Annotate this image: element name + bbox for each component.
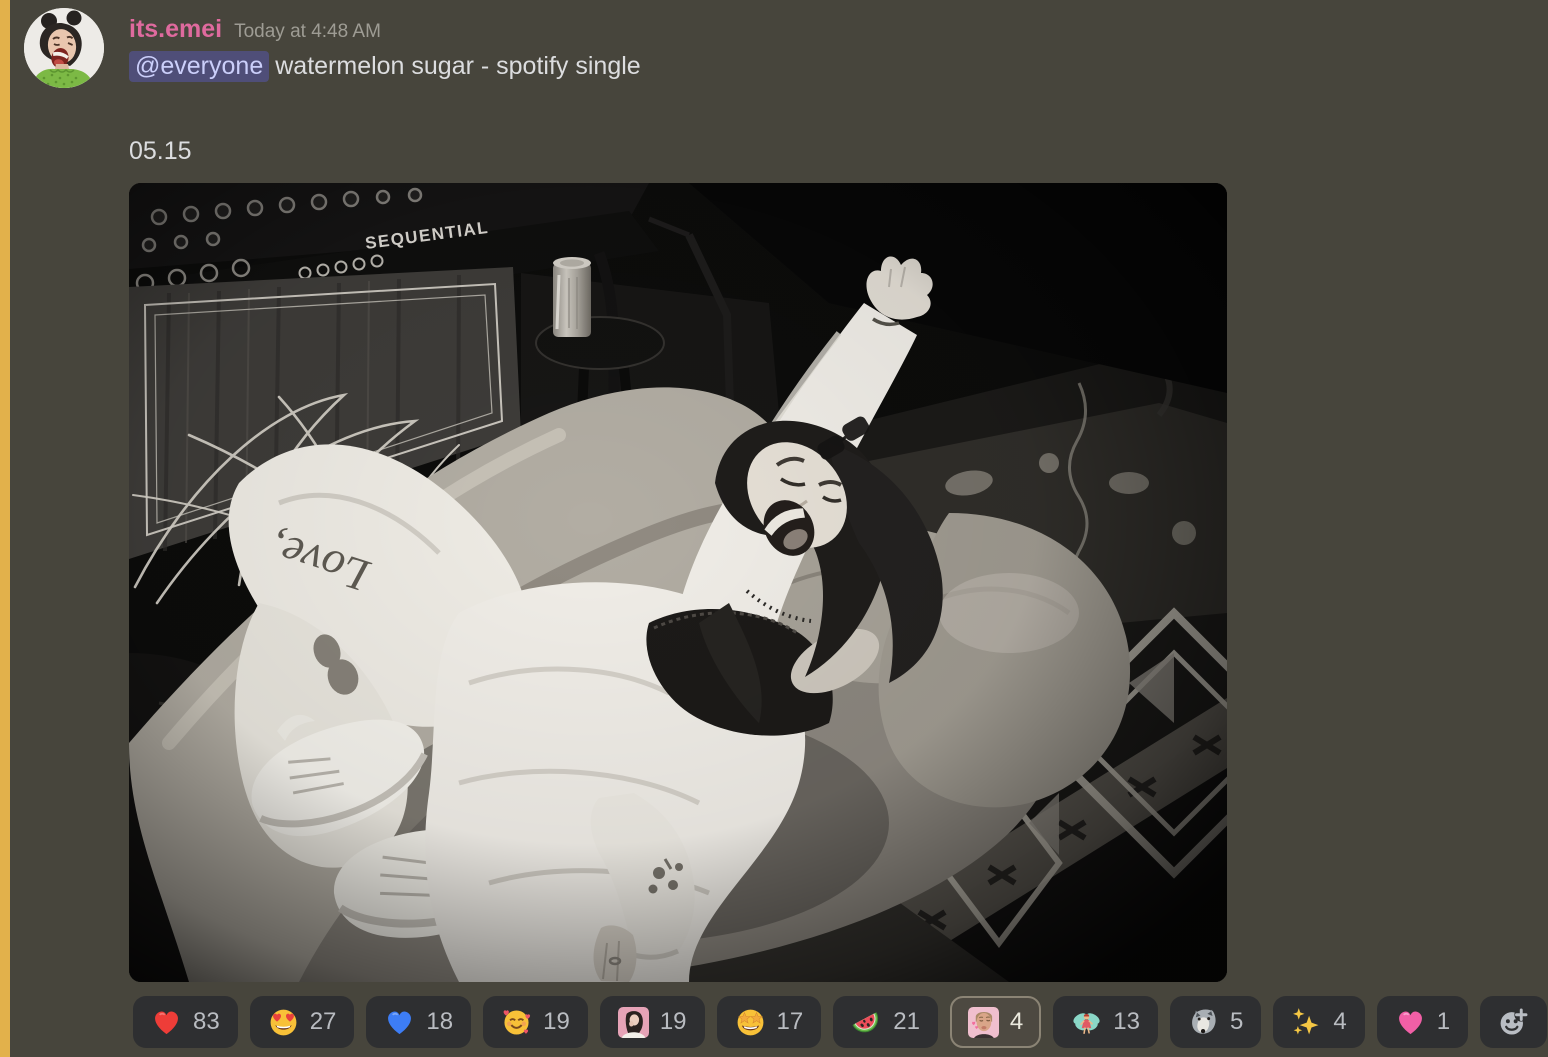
caption-text: 05.15 xyxy=(129,137,192,165)
red-heart-emoji xyxy=(151,1007,182,1038)
reaction-count: 19 xyxy=(659,1008,687,1035)
watermelon-emoji xyxy=(851,1007,882,1038)
reactions-row: 83 27 18 19 19 17 21 4 13 5 4 1 xyxy=(133,996,1548,1048)
chat-message: its.emei Today at 4:48 AM @everyone water… xyxy=(0,0,1548,1048)
vignette xyxy=(129,183,1227,982)
attachment-image[interactable]: SEQUENTIAL xyxy=(129,183,1227,982)
custom-face-photo-emoji xyxy=(967,1006,999,1038)
reaction-count: 17 xyxy=(776,1008,804,1035)
reaction-count: 5 xyxy=(1229,1008,1244,1035)
reaction-pill-red-heart[interactable]: 83 xyxy=(133,996,238,1048)
add-reaction-icon xyxy=(1498,1007,1529,1038)
reaction-count: 1 xyxy=(1436,1008,1451,1035)
avatar-illustration xyxy=(24,8,104,88)
reaction-count: 4 xyxy=(1333,1008,1347,1035)
blue-heart-emoji xyxy=(384,1007,415,1038)
reaction-pill-fairy[interactable]: 13 xyxy=(1053,996,1158,1048)
reaction-count: 21 xyxy=(893,1008,920,1035)
reaction-count: 4 xyxy=(1009,1008,1024,1035)
username[interactable]: its.emei xyxy=(129,14,222,44)
sparkles-emoji xyxy=(1291,1007,1322,1038)
message-body: watermelon sugar - spotify single xyxy=(275,52,641,80)
wolf-emoji xyxy=(1188,1007,1219,1038)
reaction-pill-sparkles[interactable]: 4 xyxy=(1273,996,1365,1048)
reaction-pill-pink-heart[interactable]: 1 xyxy=(1376,996,1469,1048)
photo-illustration: SEQUENTIAL xyxy=(129,183,1227,982)
fairy-emoji xyxy=(1071,1007,1102,1038)
heart-eyes-emoji xyxy=(268,1007,299,1038)
timestamp: Today at 4:48 AM xyxy=(234,21,381,42)
reaction-pill-smiling-hearts[interactable]: 19 xyxy=(483,996,588,1048)
add-reaction-button[interactable] xyxy=(1480,996,1548,1048)
reaction-count: 18 xyxy=(426,1008,454,1035)
avatar[interactable] xyxy=(24,8,104,88)
reaction-count: 27 xyxy=(309,1008,337,1035)
reaction-pill-heart-eyes[interactable]: 27 xyxy=(249,996,355,1048)
reaction-pill-custom-emei[interactable]: 19 xyxy=(599,996,705,1048)
reaction-count: 19 xyxy=(543,1008,570,1035)
reaction-pill-watermelon[interactable]: 21 xyxy=(833,996,938,1048)
reaction-pill-blue-heart[interactable]: 18 xyxy=(366,996,472,1048)
message-content: its.emei Today at 4:48 AM @everyone water… xyxy=(129,0,1548,1048)
reaction-pill-star-struck[interactable]: 17 xyxy=(716,996,822,1048)
reaction-count: 83 xyxy=(193,1008,220,1035)
everyone-mention[interactable]: @everyone xyxy=(129,51,270,82)
smiling-face-with-hearts-emoji xyxy=(501,1007,532,1038)
custom-emei-photo-emoji xyxy=(617,1006,649,1038)
reaction-count: 13 xyxy=(1113,1008,1140,1035)
message-header: its.emei Today at 4:48 AM xyxy=(129,14,1548,44)
message-text: @everyone watermelon sugar - spotify sing… xyxy=(129,50,1548,83)
reaction-pill-wolf[interactable]: 5 xyxy=(1169,996,1262,1048)
star-struck-emoji xyxy=(735,1007,766,1038)
mention-highlight-bar xyxy=(0,0,10,1057)
reaction-pill-custom-face[interactable]: 4 xyxy=(949,996,1042,1048)
pink-heart-emoji xyxy=(1395,1007,1426,1038)
